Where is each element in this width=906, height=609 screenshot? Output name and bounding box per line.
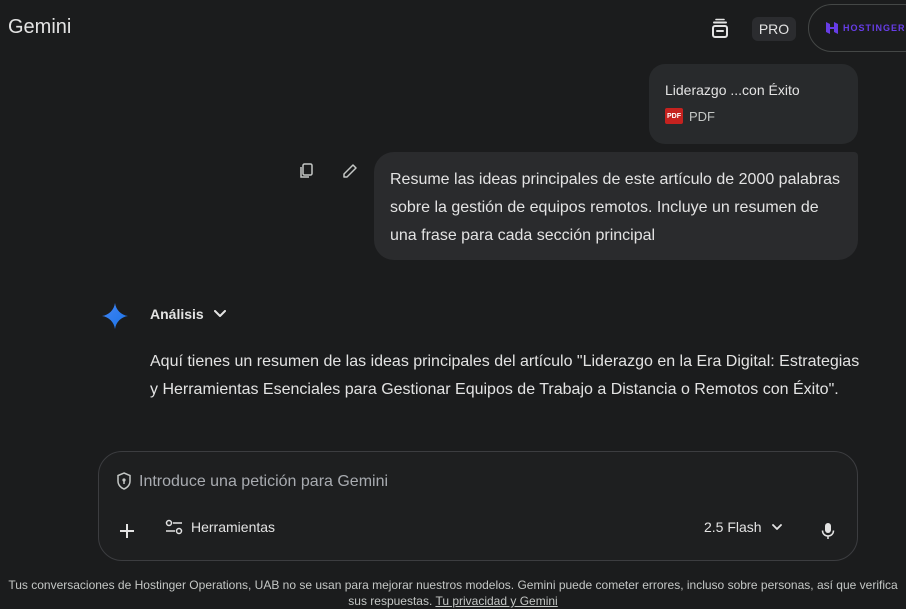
pdf-icon: PDF xyxy=(665,108,683,124)
shield-icon xyxy=(117,472,131,490)
chevron-down-icon xyxy=(213,310,226,317)
user-message: Resume las ideas principales de este art… xyxy=(374,152,858,260)
model-picker[interactable]: 2.5 Flash xyxy=(704,519,782,535)
prompt-composer: Herramientas 2.5 Flash xyxy=(98,451,858,561)
analysis-label: Análisis xyxy=(150,306,204,322)
assistant-response: Aquí tienes un resumen de las ideas prin… xyxy=(150,353,860,398)
plan-badge[interactable]: PRO xyxy=(752,17,796,41)
copy-icon xyxy=(300,163,313,178)
tools-sliders-icon xyxy=(165,519,183,535)
plus-icon xyxy=(120,524,134,538)
analysis-toggle[interactable]: Análisis xyxy=(150,306,226,322)
copy-message-button[interactable] xyxy=(295,160,317,182)
chat-history-button[interactable] xyxy=(706,15,734,43)
gemini-spark-icon xyxy=(102,303,128,334)
tools-button[interactable]: Herramientas xyxy=(165,519,275,535)
tools-label: Herramientas xyxy=(191,519,276,535)
hostinger-logo-icon xyxy=(826,22,838,34)
account-brand: HOSTINGER xyxy=(843,23,906,33)
stacked-chat-icon xyxy=(712,18,728,38)
file-type-row: PDF PDF xyxy=(665,108,842,124)
attached-file-card[interactable]: Liderazgo ...con Éxito PDF PDF xyxy=(649,64,858,144)
footer-disclaimer: Tus conversaciones de Hostinger Operatio… xyxy=(0,577,906,609)
microphone-icon xyxy=(821,523,835,539)
chevron-down-icon xyxy=(771,523,782,530)
account-switcher[interactable]: HOSTINGER xyxy=(808,4,906,52)
edit-pencil-icon xyxy=(343,164,357,178)
prompt-input[interactable] xyxy=(137,468,821,496)
app-title: Gemini xyxy=(8,16,72,38)
file-type-label: PDF xyxy=(689,108,715,124)
composer-toolbar: Herramientas 2.5 Flash xyxy=(99,516,857,546)
file-name: Liderazgo ...con Éxito xyxy=(665,82,800,98)
edit-message-button[interactable] xyxy=(339,160,361,182)
microphone-button[interactable] xyxy=(816,519,840,543)
response-fade-overlay xyxy=(0,400,906,448)
add-attachment-button[interactable] xyxy=(115,519,139,543)
model-label: 2.5 Flash xyxy=(704,519,762,535)
privacy-link[interactable]: Tu privacidad y Gemini xyxy=(435,594,557,608)
top-bar: Gemini PRO HOSTINGER xyxy=(0,0,906,58)
